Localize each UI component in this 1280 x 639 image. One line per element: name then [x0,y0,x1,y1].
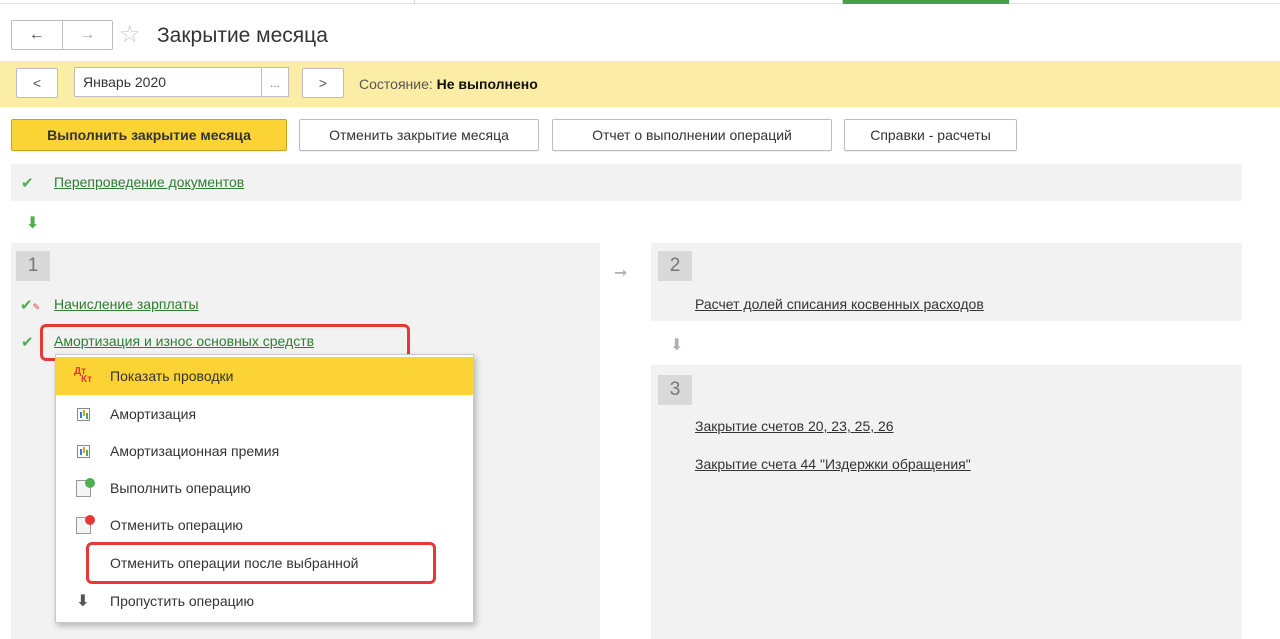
active-tab-indicator[interactable] [843,0,1009,4]
repost-documents-panel: ✔ Перепроведение документов [11,164,1242,201]
menu-item-show-postings[interactable]: Дт Кт Показать проводки [56,357,473,395]
cancel-operation-icon [75,514,95,534]
navigation-buttons: ← → [11,20,113,50]
run-month-close-button[interactable]: Выполнить закрытие месяца [11,119,287,151]
status-text: Состояние: Не выполнено [359,76,538,92]
dt-kt-icon: Дт Кт [74,367,92,385]
run-operation-icon [75,477,95,497]
menu-item-label: Амортизационная премия [110,443,280,459]
close-accounts-link[interactable]: Закрытие счетов 20, 23, 25, 26 [695,418,894,434]
tab-segment[interactable] [0,0,415,4]
menu-item-skip-operation[interactable]: ⬇ Пропустить операцию [56,582,473,620]
menu-item-run-operation[interactable]: Выполнить операцию [56,469,473,507]
checkmark-icon: ✔ [21,175,34,192]
previous-period-button[interactable]: < [16,68,58,98]
period-select-button[interactable]: ... [261,67,289,97]
payroll-link[interactable]: Начисление зарплаты [54,296,199,312]
operations-report-button[interactable]: Отчет о выполнении операций [552,119,832,151]
arrow-down-icon: ⬇ [26,215,40,232]
step-number: 2 [658,251,692,281]
kt-label: Кт [81,374,93,385]
menu-item-label: Амортизация [110,406,197,422]
cancel-month-close-button[interactable]: Отменить закрытие месяца [299,119,539,151]
step3-panel: 3 Закрытие счетов 20, 23, 25, 26 Закрыти… [651,365,1242,639]
favorite-star-icon[interactable]: ☆ [119,20,141,50]
back-arrow-icon[interactable]: ← [12,21,62,49]
period-field[interactable]: Январь 2020 [74,67,262,97]
menu-item-label: Показать проводки [110,368,234,384]
step2-panel: 2 Расчет долей списания косвенных расход… [651,243,1242,321]
tab-segment[interactable] [415,0,843,4]
menu-item-label: Пропустить операцию [110,593,254,609]
report-icon [76,407,90,421]
close-account-44-link[interactable]: Закрытие счета 44 "Издержки обращения" [695,456,971,472]
menu-item-depreciation-bonus[interactable]: Амортизационная премия [56,432,473,470]
checkmark-icon: ✔ [21,334,34,351]
check-edit-icon: ✔✎ [20,297,41,314]
highlight-frame [86,542,436,584]
arrow-down-icon: ⬇ [670,337,684,354]
menu-item-label: Выполнить операцию [110,480,251,496]
tab-strip [0,0,1280,4]
report-icon [76,444,90,458]
forward-arrow-icon[interactable]: → [61,21,113,49]
page-title: Закрытие месяца [157,24,328,47]
arrow-right-icon: ➞ [614,265,628,282]
menu-item-label: Отменить операцию [110,517,243,533]
help-calculations-button[interactable]: Справки - расчеты [844,119,1017,151]
menu-item-depreciation[interactable]: Амортизация [56,395,473,433]
indirect-costs-link[interactable]: Расчет долей списания косвенных расходов [695,296,984,312]
period-bar: < Январь 2020 ... > Состояние: Не выполн… [0,61,1280,107]
status-label: Состояние: [359,76,433,92]
step-number: 1 [16,251,50,281]
status-value: Не выполнено [436,76,538,92]
next-period-button[interactable]: > [302,68,344,98]
step-number: 3 [658,375,692,405]
repost-documents-link[interactable]: Перепроведение документов [54,174,244,190]
skip-arrow-icon: ⬇ [76,593,90,610]
menu-item-cancel-operation[interactable]: Отменить операцию [56,506,473,544]
